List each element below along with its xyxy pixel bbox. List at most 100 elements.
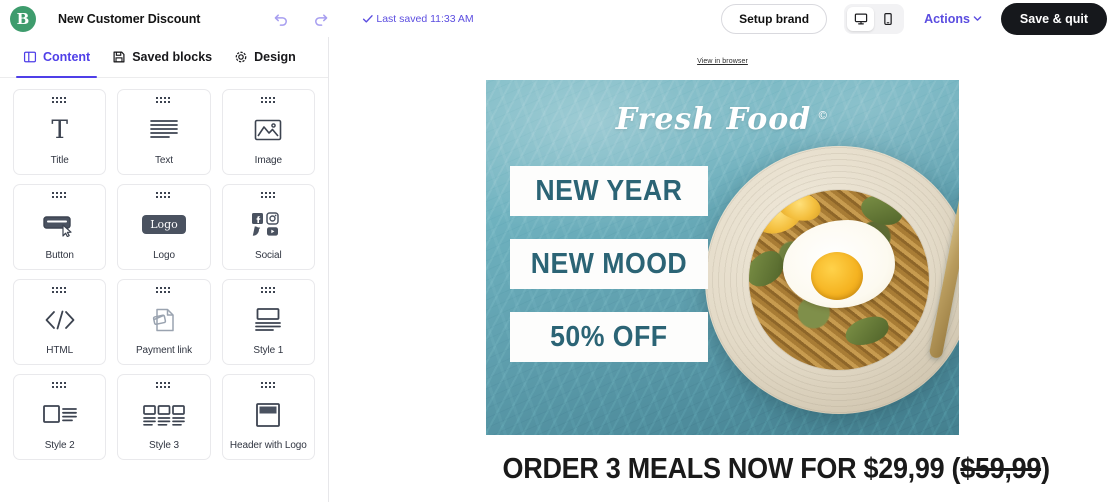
social-networks-icon xyxy=(252,211,280,236)
image-mountain-icon xyxy=(255,119,282,140)
offer-old-price: $59,99 xyxy=(960,453,1042,485)
block-header-with-logo-label: Header with Logo xyxy=(229,440,307,451)
block-image[interactable]: Image xyxy=(221,89,315,175)
drag-dots-icon[interactable] xyxy=(52,192,67,199)
hero-banner-1: NEW YEAR xyxy=(510,166,708,216)
drag-dots-icon[interactable] xyxy=(52,97,67,104)
tab-design[interactable]: Design xyxy=(223,37,307,78)
tab-saved-blocks[interactable]: Saved blocks xyxy=(101,37,223,78)
tab-content[interactable]: Content xyxy=(12,37,101,78)
actions-menu-button[interactable]: Actions xyxy=(924,12,983,26)
block-text-icon-wrap xyxy=(118,104,209,155)
block-style-1[interactable]: Style 1 xyxy=(221,279,315,365)
block-html-icon-wrap xyxy=(14,294,105,345)
hero-banner-3: 50% OFF xyxy=(510,312,708,362)
block-style-3[interactable]: Style 3 xyxy=(117,374,211,460)
block-style-2-label: Style 2 xyxy=(44,440,75,451)
device-preview-toggle xyxy=(844,3,905,34)
email-canvas: View in browser Fresh Food © NEW YEAR NE… xyxy=(329,37,1116,502)
block-button[interactable]: Button xyxy=(13,184,107,270)
drag-dots-icon[interactable] xyxy=(260,382,276,389)
drag-dots-icon[interactable] xyxy=(156,97,171,104)
block-style-2-icon-wrap xyxy=(14,389,105,440)
drag-dots-icon[interactable] xyxy=(52,382,67,389)
block-text[interactable]: Text xyxy=(117,89,211,175)
view-in-browser-link[interactable]: View in browser xyxy=(697,58,748,65)
block-logo[interactable]: Logo Logo xyxy=(117,184,211,270)
block-style-3-icon-wrap xyxy=(118,389,209,440)
block-html-label: HTML xyxy=(46,345,74,356)
hero-banner-2-text: NEW MOOD xyxy=(530,247,688,280)
hero-banner-2: NEW MOOD xyxy=(510,239,708,289)
tab-content-label: Content xyxy=(43,50,91,64)
drag-dots-icon[interactable] xyxy=(260,97,276,104)
plate-graphic xyxy=(705,146,959,414)
layout-style-3-icon xyxy=(143,404,185,426)
undo-arrow-icon xyxy=(275,13,288,26)
undo-button[interactable] xyxy=(272,10,290,28)
logo-badge-icon: Logo xyxy=(142,215,186,234)
block-payment-link[interactable]: Payment link xyxy=(117,279,211,365)
desktop-preview-button[interactable] xyxy=(847,6,875,31)
save-status-label: Last saved 11:33 AM xyxy=(376,12,474,25)
block-style-2[interactable]: Style 2 xyxy=(13,374,107,460)
block-social-label: Social xyxy=(255,250,282,261)
tab-saved-blocks-label: Saved blocks xyxy=(132,50,213,64)
header-with-logo-icon xyxy=(256,402,281,427)
greens-leaf xyxy=(842,313,892,349)
hero-banner-1-text: NEW YEAR xyxy=(535,174,683,207)
hero-image-block[interactable]: Fresh Food © NEW YEAR NEW MOOD 50% OFF xyxy=(486,80,959,435)
block-title-label: Title xyxy=(50,155,69,166)
drag-dots-icon[interactable] xyxy=(156,382,171,389)
block-title[interactable]: T Title xyxy=(13,89,107,175)
payment-card-document-icon xyxy=(152,308,174,331)
mobile-preview-button[interactable] xyxy=(874,7,901,31)
block-image-label: Image xyxy=(254,155,282,166)
layout-style-1-icon xyxy=(255,307,282,331)
setup-brand-button[interactable]: Setup brand xyxy=(721,3,828,34)
button-cursor-icon xyxy=(42,215,72,237)
block-social-icon-wrap xyxy=(223,199,314,250)
block-header-with-logo[interactable]: Header with Logo xyxy=(221,374,315,460)
drag-dots-icon[interactable] xyxy=(260,192,276,199)
block-social[interactable]: Social xyxy=(221,184,315,270)
history-controls xyxy=(272,10,330,28)
hero-banner-3-text: 50% OFF xyxy=(550,320,668,353)
code-brackets-icon xyxy=(45,310,75,329)
block-text-label: Text xyxy=(155,155,173,166)
email-content: Fresh Food © NEW YEAR NEW MOOD 50% OFF O… xyxy=(486,80,1051,486)
check-icon xyxy=(363,14,374,23)
mobile-phone-icon xyxy=(883,12,892,25)
save-and-quit-button[interactable]: Save & quit xyxy=(1000,2,1107,35)
offer-headline-suffix: ) xyxy=(1041,453,1050,485)
block-style-1-icon-wrap xyxy=(223,294,314,345)
tab-design-label: Design xyxy=(254,50,296,64)
block-header-with-logo-icon-wrap xyxy=(223,389,314,440)
block-title-icon-wrap: T xyxy=(14,104,105,155)
drag-dots-icon[interactable] xyxy=(156,192,171,199)
block-html[interactable]: HTML xyxy=(13,279,107,365)
hero-banner-group: NEW YEAR NEW MOOD 50% OFF xyxy=(510,166,708,385)
drag-dots-icon[interactable] xyxy=(156,287,171,294)
left-sidebar: Content Saved blocks Design T Title Text… xyxy=(0,37,329,502)
block-payment-link-icon-wrap xyxy=(118,294,209,345)
copyright-icon: © xyxy=(817,109,830,122)
top-bar: B New Customer Discount Last saved 11:33… xyxy=(0,0,1116,37)
app-logo[interactable]: B xyxy=(8,4,38,34)
egg-yolk xyxy=(811,252,863,300)
drag-dots-icon[interactable] xyxy=(52,287,67,294)
document-title[interactable]: New Customer Discount xyxy=(58,12,200,26)
block-logo-icon-wrap: Logo xyxy=(118,199,209,250)
text-lines-icon xyxy=(150,119,178,138)
panel-layout-icon xyxy=(23,51,37,63)
actions-label: Actions xyxy=(924,11,970,26)
block-style-1-label: Style 1 xyxy=(253,345,284,356)
chevron-down-icon xyxy=(973,16,982,21)
save-disk-icon xyxy=(113,51,125,63)
redo-button[interactable] xyxy=(312,10,330,28)
desktop-monitor-icon xyxy=(854,12,867,25)
gear-icon xyxy=(235,51,247,63)
offer-headline[interactable]: ORDER 3 MEALS NOW FOR $29,99 ($59,99) xyxy=(503,453,1051,486)
drag-dots-icon[interactable] xyxy=(260,287,276,294)
brand-logo-icon: B xyxy=(10,5,36,32)
